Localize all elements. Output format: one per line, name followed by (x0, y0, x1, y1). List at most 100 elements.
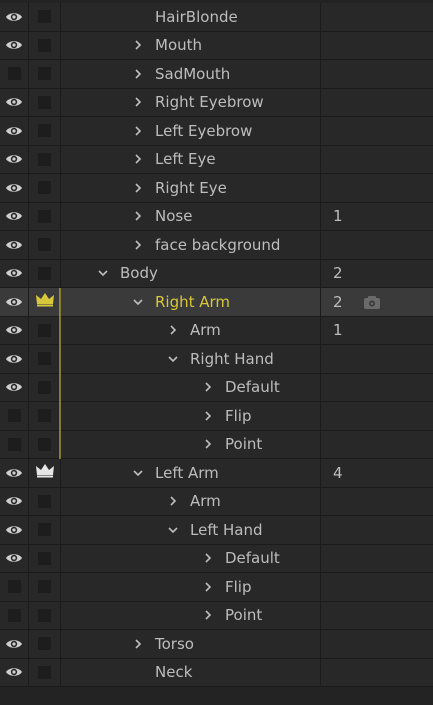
chevron-right-icon[interactable] (201, 374, 215, 402)
layer-row[interactable]: HairBlonde (0, 3, 433, 32)
layer-row[interactable]: Arm 1 (0, 316, 433, 345)
layer-name-cell[interactable]: Right Eye (61, 174, 321, 202)
layer-row[interactable]: Default (0, 373, 433, 402)
layer-row[interactable]: Nose 1 (0, 202, 433, 231)
origin-toggle[interactable] (29, 345, 61, 373)
origin-toggle[interactable] (29, 145, 61, 173)
origin-toggle[interactable] (29, 202, 61, 230)
layer-name-cell[interactable]: Torso (61, 630, 321, 658)
visibility-toggle[interactable] (0, 345, 29, 373)
visibility-toggle[interactable] (0, 202, 29, 230)
origin-toggle[interactable] (29, 459, 61, 487)
layer-name-cell[interactable]: Arm (61, 316, 321, 345)
layer-row[interactable]: Flip (0, 573, 433, 602)
chevron-right-icon[interactable] (131, 630, 145, 658)
chevron-right-icon[interactable] (201, 573, 215, 601)
layer-row[interactable]: SadMouth (0, 60, 433, 89)
layer-name-cell[interactable]: Point (61, 601, 321, 630)
layer-row[interactable]: Left Eyebrow (0, 117, 433, 146)
visibility-toggle[interactable] (0, 174, 29, 202)
layer-name-cell[interactable]: Neck (61, 658, 321, 686)
layer-row[interactable]: Left Hand (0, 516, 433, 545)
chevron-right-icon[interactable] (201, 545, 215, 573)
visibility-toggle[interactable] (0, 316, 29, 344)
visibility-toggle[interactable] (0, 259, 29, 287)
visibility-toggle[interactable] (0, 658, 29, 686)
layer-name-cell[interactable]: Default (61, 373, 321, 402)
visibility-toggle[interactable] (0, 288, 29, 316)
visibility-toggle[interactable] (0, 516, 29, 544)
layer-name-cell[interactable]: Left Hand (61, 516, 321, 544)
chevron-right-icon[interactable] (131, 174, 145, 202)
chevron-down-icon[interactable] (166, 516, 180, 544)
layer-name-cell[interactable]: Left Eye (61, 145, 321, 173)
chevron-down-icon[interactable] (166, 345, 180, 373)
layer-name-cell[interactable]: Body (61, 259, 321, 287)
layer-name-cell[interactable]: Arm (61, 487, 321, 515)
layer-row[interactable]: Point (0, 430, 433, 459)
chevron-right-icon[interactable] (131, 203, 145, 231)
chevron-down-icon[interactable] (131, 288, 145, 316)
layer-name-cell[interactable]: HairBlonde (61, 3, 321, 31)
origin-toggle[interactable] (29, 259, 61, 287)
visibility-toggle[interactable] (0, 373, 29, 401)
visibility-toggle[interactable] (0, 3, 29, 31)
origin-toggle[interactable] (29, 88, 61, 116)
visibility-toggle[interactable] (0, 630, 29, 658)
layer-name-cell[interactable]: Right Eyebrow (61, 88, 321, 116)
layer-row[interactable]: face background (0, 231, 433, 260)
origin-toggle[interactable] (29, 231, 61, 259)
layer-name-cell[interactable]: Left Eyebrow (61, 117, 321, 145)
origin-toggle[interactable] (29, 60, 61, 88)
chevron-right-icon[interactable] (166, 317, 180, 345)
chevron-right-icon[interactable] (131, 60, 145, 88)
layer-name-cell[interactable]: face background (61, 231, 321, 259)
layer-row[interactable]: Left Arm 4 (0, 459, 433, 488)
visibility-toggle[interactable] (0, 573, 29, 601)
chevron-right-icon[interactable] (131, 117, 145, 145)
layer-row[interactable]: Flip (0, 402, 433, 431)
layer-name-cell[interactable]: Flip (61, 573, 321, 601)
visibility-toggle[interactable] (0, 60, 29, 88)
origin-toggle[interactable] (29, 573, 61, 601)
chevron-right-icon[interactable] (131, 231, 145, 259)
layer-row[interactable]: Right Eyebrow (0, 88, 433, 117)
origin-toggle[interactable] (29, 117, 61, 145)
visibility-toggle[interactable] (0, 117, 29, 145)
layer-row[interactable]: Mouth (0, 31, 433, 60)
layer-name-cell[interactable]: Flip (61, 402, 321, 430)
chevron-right-icon[interactable] (201, 402, 215, 430)
layer-row[interactable]: Body 2 (0, 259, 433, 288)
chevron-right-icon[interactable] (131, 32, 145, 60)
chevron-down-icon[interactable] (131, 459, 145, 487)
origin-toggle[interactable] (29, 601, 61, 629)
visibility-toggle[interactable] (0, 231, 29, 259)
layer-row[interactable]: Torso (0, 630, 433, 659)
origin-toggle[interactable] (29, 544, 61, 572)
layer-row[interactable]: Neck (0, 658, 433, 687)
visibility-toggle[interactable] (0, 487, 29, 515)
origin-toggle[interactable] (29, 373, 61, 401)
layer-row[interactable]: Right Eye (0, 174, 433, 203)
layer-name-cell[interactable]: SadMouth (61, 60, 321, 88)
visibility-toggle[interactable] (0, 402, 29, 430)
origin-toggle[interactable] (29, 316, 61, 344)
visibility-toggle[interactable] (0, 88, 29, 116)
origin-toggle[interactable] (29, 658, 61, 686)
layer-row[interactable]: Left Eye (0, 145, 433, 174)
chevron-right-icon[interactable] (201, 602, 215, 630)
rig-icon[interactable] (363, 295, 381, 310)
layer-name-cell[interactable]: Right Arm (61, 288, 321, 316)
visibility-toggle[interactable] (0, 601, 29, 629)
origin-toggle[interactable] (29, 174, 61, 202)
origin-toggle[interactable] (29, 430, 61, 458)
origin-toggle[interactable] (29, 487, 61, 515)
layer-row[interactable]: Point (0, 601, 433, 630)
layer-row[interactable]: Arm (0, 487, 433, 516)
origin-toggle[interactable] (29, 3, 61, 31)
layer-name-cell[interactable]: Point (61, 430, 321, 458)
origin-toggle[interactable] (29, 630, 61, 658)
visibility-toggle[interactable] (0, 430, 29, 458)
layer-name-cell[interactable]: Nose (61, 202, 321, 231)
visibility-toggle[interactable] (0, 544, 29, 572)
